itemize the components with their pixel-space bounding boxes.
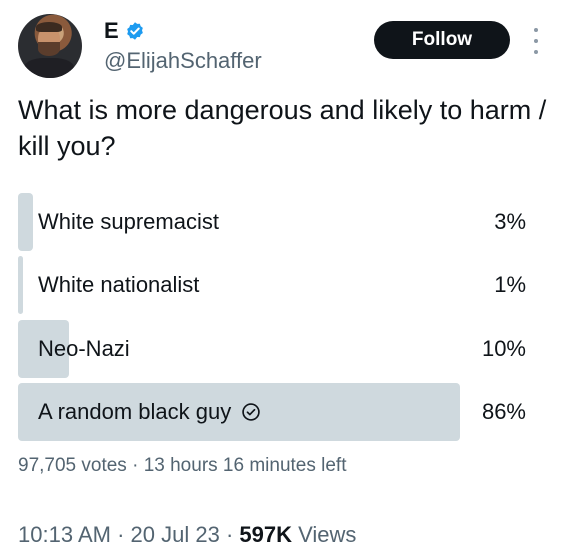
poll-option-percent: 1% (494, 272, 526, 298)
views-label: Views (298, 522, 357, 547)
vote-count: 97,705 votes (18, 455, 127, 476)
avatar[interactable] (18, 14, 82, 78)
follow-button[interactable]: Follow (374, 21, 510, 59)
verified-badge-icon (126, 22, 143, 40)
time-left: 13 hours 16 minutes left (143, 455, 347, 476)
poll-option-label: White supremacist (38, 193, 219, 251)
separator-dot: · (225, 522, 234, 547)
tweet-timestamp: 10:13 AM · 20 Jul 23 · 597K Views (18, 522, 356, 548)
tweet-time[interactable]: 10:13 AM (18, 522, 111, 547)
poll-option-label: Neo-Nazi (38, 320, 130, 378)
poll-option[interactable]: Neo-Nazi 10% (18, 319, 532, 378)
poll-option-percent: 86% (481, 398, 526, 424)
poll-option-percent: 10% (481, 335, 526, 361)
avatar-hair (36, 22, 62, 32)
display-name[interactable]: E (104, 18, 119, 44)
avatar-beard (38, 42, 60, 56)
poll-option-winner[interactable]: A random black guy 86% (18, 382, 532, 441)
more-dot (534, 39, 538, 43)
avatar-shirt (24, 58, 74, 78)
poll-option-label: A random black guy (38, 383, 261, 441)
tweet-date[interactable]: 20 Jul 23 (131, 522, 220, 547)
poll-meta: 97,705 votes · 13 hours 16 minutes left (18, 455, 347, 477)
poll-option-text: A random black guy (38, 398, 232, 424)
poll-option-percent: 3% (494, 209, 526, 234)
handle[interactable]: @ElijahSchaffer (104, 48, 262, 74)
more-dot (534, 50, 538, 54)
poll-option-label: White nationalist (38, 256, 199, 314)
separator-dot: · (117, 522, 125, 547)
more-dot (534, 28, 538, 32)
poll-option-text: White supremacist (38, 209, 219, 234)
poll-option-bar (18, 256, 24, 315)
poll-option-bar (18, 193, 34, 251)
name-row[interactable]: E (104, 18, 145, 44)
views-count[interactable]: 597K (239, 522, 292, 547)
tweet-header: E @ElijahSchaffer Follow (18, 14, 550, 80)
poll-option[interactable]: White supremacist 3% (18, 193, 532, 251)
tweet-text: What is more dangerous and likely to har… (18, 95, 547, 161)
poll: White supremacist 3% White nationalist 1… (18, 193, 532, 446)
poll-option[interactable]: White nationalist 1% (18, 256, 532, 315)
check-circle-icon (242, 403, 260, 421)
separator-dot: · (132, 455, 139, 476)
poll-option-text: White nationalist (38, 272, 200, 298)
poll-option-text: Neo-Nazi (38, 335, 130, 361)
more-options-icon[interactable] (526, 28, 546, 54)
